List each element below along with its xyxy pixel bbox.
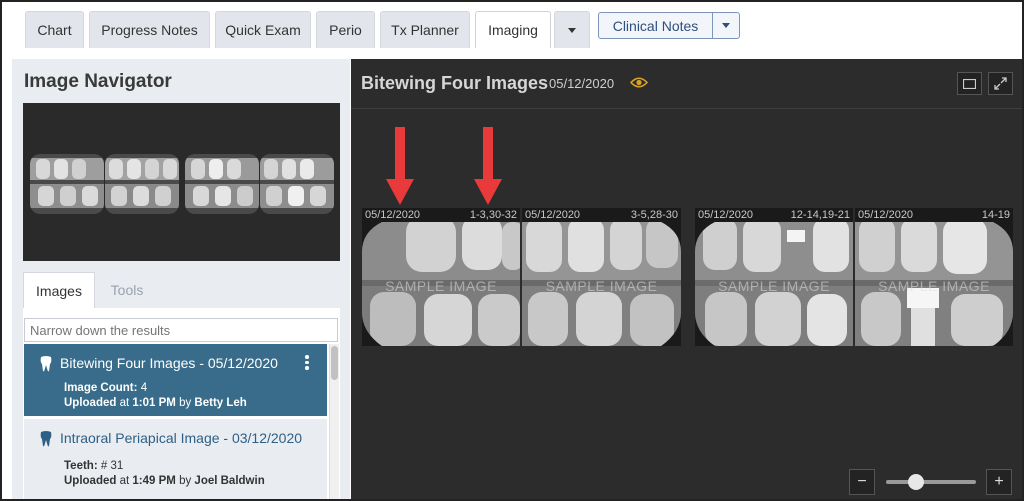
by-text: by: [179, 475, 192, 487]
zoom-in-button[interactable]: +: [986, 469, 1012, 495]
image-viewer: Bitewing Four Images 05/12/2020 05/12/20…: [351, 59, 1022, 499]
xray-image-4[interactable]: 05/12/2020 14-19 SAMPLE IMAGE: [855, 208, 1013, 346]
zoom-slider-knob[interactable]: [908, 474, 925, 490]
uploaded-user: Joel Baldwin: [194, 475, 265, 487]
tab-images[interactable]: Images: [23, 272, 95, 308]
tooth-icon: [40, 431, 52, 447]
item-title: Intraoral Periapical Image - 03/12/2020: [60, 430, 303, 446]
xray-label: 05/12/2020 1-3,30-32: [362, 208, 520, 222]
module-tab-bar: Chart Progress Notes Quick Exam Perio Tx…: [2, 2, 1022, 54]
tab-imaging[interactable]: Imaging: [475, 11, 551, 48]
xray-teeth: 14-19: [981, 209, 1010, 221]
tab-progress-notes[interactable]: Progress Notes: [89, 11, 210, 48]
tab-perio[interactable]: Perio: [316, 11, 375, 48]
clinical-notes-label[interactable]: Clinical Notes: [599, 13, 713, 38]
red-arrow-indicator: [474, 127, 502, 205]
navigator-title: Image Navigator: [24, 71, 172, 92]
xray-teeth: 1-3,30-32: [469, 209, 517, 221]
more-tabs-dropdown[interactable]: [554, 11, 590, 48]
uploaded-label: Uploaded: [64, 397, 117, 409]
kebab-menu-icon[interactable]: [303, 355, 311, 373]
uploaded-user: Betty Leh: [194, 397, 247, 409]
item-title: Bitewing Four Images - 05/12/2020: [60, 355, 278, 371]
uploaded-time: 1:01 PM: [132, 397, 176, 409]
expand-icon: [994, 77, 1007, 90]
by-text: by: [179, 397, 192, 409]
red-arrow-indicator: [386, 127, 414, 205]
clinical-notes-dropdown[interactable]: [713, 13, 739, 38]
sample-watermark: SAMPLE IMAGE: [385, 278, 497, 294]
preview-thumb-2: [105, 154, 179, 214]
app-window: Chart Progress Notes Quick Exam Perio Tx…: [0, 0, 1024, 501]
xray-teeth: 12-14,19-21: [790, 209, 850, 221]
zoom-slider-track[interactable]: [886, 480, 976, 484]
viewer-date: 05/12/2020: [549, 76, 615, 91]
image-results-list: Bitewing Four Images - 05/12/2020 Image …: [23, 308, 340, 499]
list-scrollbar[interactable]: [329, 344, 339, 499]
teeth-label: Teeth:: [64, 460, 98, 472]
sample-watermark: SAMPLE IMAGE: [878, 278, 990, 294]
zoom-slider[interactable]: [886, 474, 976, 490]
preview-thumb-1: [30, 154, 104, 214]
uploaded-label: Uploaded: [64, 475, 117, 487]
viewer-title: Bitewing Four Images: [361, 73, 549, 93]
caret-down-icon: [568, 27, 576, 33]
tab-chart[interactable]: Chart: [25, 11, 84, 48]
preview-thumb-3: [185, 154, 259, 214]
tab-tools[interactable]: Tools: [98, 272, 156, 308]
item-teeth: Teeth: # 31: [64, 460, 123, 472]
viewer-header: Bitewing Four Images 05/12/2020: [351, 59, 1022, 109]
list-item-periapical[interactable]: Intraoral Periapical Image - 03/12/2020 …: [24, 419, 327, 499]
xray-image-2[interactable]: 05/12/2020 3-5,28-30 SAMPLE IMAGE: [522, 208, 681, 346]
xray-date: 05/12/2020: [858, 209, 914, 221]
clinical-notes-button[interactable]: Clinical Notes: [598, 12, 740, 39]
sample-watermark: SAMPLE IMAGE: [718, 278, 830, 294]
xray-date: 05/12/2020: [698, 209, 754, 221]
single-view-button[interactable]: [957, 72, 982, 95]
fullscreen-button[interactable]: [988, 72, 1013, 95]
teeth-value: # 31: [100, 460, 124, 472]
item-uploaded-info: Uploaded at 1:01 PM by Betty Leh: [64, 397, 247, 409]
xray-image-1[interactable]: 05/12/2020 1-3,30-32 SAMPLE IMAGE: [362, 208, 520, 346]
zoom-out-button[interactable]: −: [849, 469, 875, 495]
single-view-icon: [963, 78, 976, 89]
item-image-count: Image Count: 4: [64, 382, 147, 394]
image-navigator-panel: Image Navigator Images Tools Bitewing Fo…: [12, 59, 350, 499]
caret-down-icon: [722, 23, 730, 28]
sample-watermark: SAMPLE IMAGE: [545, 278, 658, 294]
tab-tx-planner[interactable]: Tx Planner: [380, 11, 470, 48]
scrollbar-thumb[interactable]: [331, 346, 338, 380]
xray-date: 05/12/2020: [525, 209, 581, 221]
uploaded-time: 1:49 PM: [132, 475, 176, 487]
xray-date: 05/12/2020: [365, 209, 421, 221]
image-count-label: Image Count:: [64, 382, 138, 394]
eye-icon[interactable]: [630, 76, 648, 89]
narrow-results-input[interactable]: [24, 318, 338, 342]
navigator-preview[interactable]: [23, 103, 340, 261]
item-uploaded-info: Uploaded at 1:49 PM by Joel Baldwin: [64, 475, 265, 487]
xray-label: 05/12/2020 3-5,28-30: [522, 208, 681, 222]
xray-label: 05/12/2020 14-19: [855, 208, 1013, 222]
xray-teeth: 3-5,28-30: [630, 209, 678, 221]
image-count-value: 4: [140, 382, 148, 394]
tab-quick-exam[interactable]: Quick Exam: [215, 11, 311, 48]
list-item-bitewing[interactable]: Bitewing Four Images - 05/12/2020 Image …: [24, 344, 327, 416]
at-text: at: [119, 397, 130, 409]
xray-label: 05/12/2020 12-14,19-21: [695, 208, 853, 222]
preview-thumb-4: [260, 154, 334, 214]
at-text: at: [119, 475, 130, 487]
tooth-icon: [40, 356, 52, 372]
xray-image-3[interactable]: 05/12/2020 12-14,19-21 SAMPLE IMAGE: [695, 208, 853, 346]
